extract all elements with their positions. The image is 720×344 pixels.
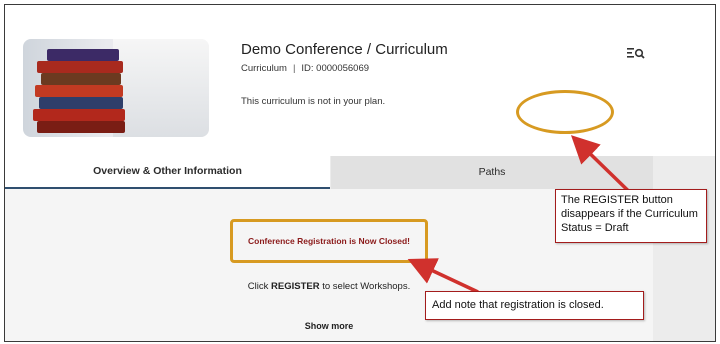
draft-status-callout: The REGISTER button disappears if the Cu…: [555, 189, 707, 243]
curriculum-header: Demo Conference / Curriculum Curriculum |…: [5, 5, 715, 156]
curriculum-meta: Curriculum | ID: 0000056069: [241, 63, 369, 74]
tab-overview[interactable]: Overview & Other Information: [5, 156, 330, 189]
register-prefix: Click: [247, 281, 272, 292]
register-keyword: REGISTER: [271, 281, 320, 292]
curriculum-id: ID: 0000056069: [301, 63, 370, 74]
registration-closed-callout: Add note that registration is closed.: [425, 291, 644, 320]
registration-closed-notice: Conference Registration is Now Closed!: [248, 236, 410, 246]
tab-paths[interactable]: Paths: [331, 156, 653, 189]
register-suffix: to select Workshops.: [319, 281, 411, 292]
tab-bar: Overview & Other Information Paths: [5, 156, 715, 189]
meta-separator: |: [292, 63, 296, 74]
view-list-search-icon[interactable]: [625, 46, 647, 60]
register-button-placeholder-highlight: [516, 90, 614, 134]
registration-closed-highlight: Conference Registration is Now Closed!: [230, 219, 428, 263]
curriculum-type: Curriculum: [241, 63, 287, 74]
plan-status-text: This curriculum is not in your plan.: [241, 96, 386, 107]
show-more-link[interactable]: Show more: [5, 321, 653, 331]
curriculum-thumbnail: [23, 39, 209, 137]
page-title: Demo Conference / Curriculum: [241, 41, 448, 58]
